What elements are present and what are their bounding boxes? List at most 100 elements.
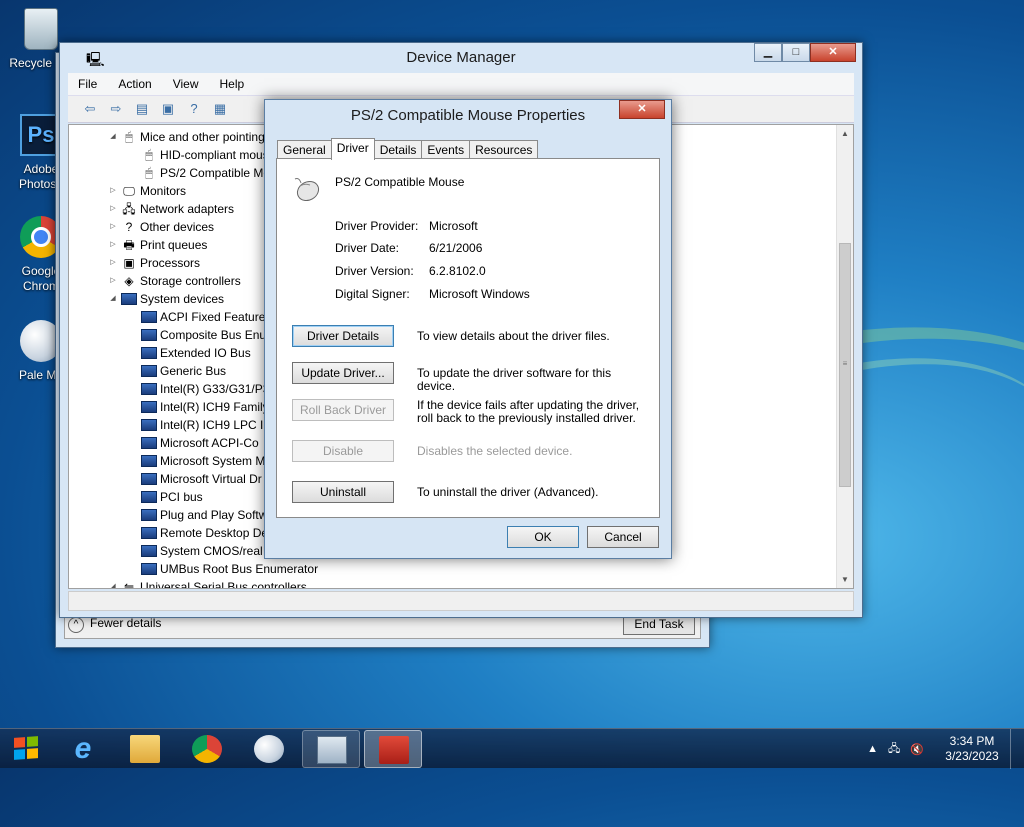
system-device-icon (141, 473, 157, 485)
collapse-arrow-icon[interactable]: ◢ (107, 128, 119, 146)
update-driver-button[interactable]: Update Driver... (292, 362, 394, 384)
show-hide-tree-icon[interactable]: ▤ (132, 100, 152, 118)
tab-driver[interactable]: Driver (330, 138, 375, 160)
taskbar-file-explorer[interactable] (116, 730, 174, 768)
expand-arrow-icon[interactable]: ▷ (107, 236, 119, 254)
fewer-details-link[interactable]: ^ Fewer details (68, 616, 161, 633)
minimize-button[interactable]: ▁ (754, 43, 782, 62)
scroll-down-arrow-icon[interactable]: ▼ (837, 571, 853, 588)
tree-item-label: Intel(R) ICH9 LPC In (160, 418, 271, 432)
menu-file[interactable]: File (68, 77, 108, 91)
uninstall-button[interactable]: Uninstall (292, 481, 394, 503)
tree-item[interactable]: ▷ ◈ Storage controllers (107, 272, 240, 290)
device-manager-titlebar[interactable]: 🖳 Device Manager ▁ □ ✕ (60, 43, 862, 71)
tree-item[interactable]: ▷ 🖧 Network adapters (107, 200, 234, 218)
network-icon: 🖧 (122, 202, 136, 216)
tree-item[interactable]: Intel(R) ICH9 Family (127, 398, 269, 416)
tree-item[interactable]: ◢ ⇋ Universal Serial Bus controllers (107, 578, 307, 589)
tree-item-label: Network adapters (140, 202, 235, 216)
close-button[interactable]: ✕ (810, 43, 856, 62)
system-device-icon (141, 509, 157, 521)
help-icon[interactable]: ? (184, 100, 204, 118)
tree-item[interactable]: ▷? Other devices (107, 218, 214, 236)
tree-item-label: HID-compliant mouse (160, 148, 276, 162)
dialog-titlebar[interactable]: PS/2 Compatible Mouse Properties ✕ (265, 100, 671, 128)
menu-view[interactable]: View (163, 77, 210, 91)
tree-item[interactable]: ◢ System devices (107, 290, 224, 308)
disable-button[interactable]: Disable (292, 440, 394, 462)
clock-date: 3/23/2023 (945, 749, 999, 763)
tree-item[interactable]: Remote Desktop De (127, 524, 268, 542)
taskbar-task-manager[interactable] (302, 730, 360, 768)
action-pane-icon[interactable]: ▦ (210, 100, 230, 118)
tree-item[interactable]: Generic Bus (127, 362, 226, 380)
expand-arrow-icon[interactable]: ▷ (107, 218, 119, 236)
show-hidden-icons-icon[interactable]: ▲ (867, 743, 878, 755)
mouse-icon: 🖱 (145, 147, 153, 162)
tab-resources[interactable]: Resources (469, 140, 539, 160)
driver-details-button[interactable]: Driver Details (292, 325, 394, 347)
vertical-scrollbar[interactable]: ▲ ≡ ▼ (836, 125, 853, 588)
scrollbar-thumb[interactable]: ≡ (839, 243, 851, 487)
tree-item-label: Intel(R) ICH9 Family (160, 400, 269, 414)
tree-item-label: Universal Serial Bus controllers (140, 580, 307, 589)
driver-version-row: Driver Version: 6.2.8102.0 (335, 264, 486, 278)
taskbar-device-manager[interactable] (364, 730, 422, 768)
tree-item[interactable]: Intel(R) G33/G31/P35 (127, 380, 276, 398)
show-desktop-button[interactable] (1010, 729, 1024, 769)
printer-icon: 🖶 (123, 238, 135, 252)
tab-events[interactable]: Events (421, 140, 471, 160)
tree-item[interactable]: Microsoft ACPI-Co (127, 434, 259, 452)
tree-item[interactable]: ▷ 🖶 Print queues (107, 236, 207, 254)
expand-arrow-icon[interactable]: ▷ (107, 272, 119, 290)
volume-muted-icon[interactable]: 🔇 (910, 743, 924, 756)
menu-help[interactable]: Help (210, 77, 256, 91)
properties-icon[interactable]: ▣ (158, 100, 178, 118)
expand-arrow-icon[interactable]: ▷ (107, 254, 119, 272)
menu-bar: File Action View Help (68, 73, 854, 95)
tree-item[interactable]: PCI bus (127, 488, 203, 506)
collapse-arrow-icon[interactable]: ◢ (107, 578, 119, 588)
field-value: 6.2.8102.0 (429, 264, 486, 278)
taskbar-pale-moon[interactable] (240, 730, 298, 768)
tree-item[interactable]: Microsoft System M (127, 452, 265, 470)
tree-item[interactable]: Microsoft Virtual Dr (127, 470, 262, 488)
clock[interactable]: 3:34 PM 3/23/2023 (934, 734, 1010, 764)
tree-item[interactable]: ▷ ▣ Processors (107, 254, 200, 272)
tree-item-label: UMBus Root Bus Enumerator (160, 562, 319, 576)
collapse-arrow-icon[interactable]: ◢ (107, 290, 119, 308)
dialog-close-button[interactable]: ✕ (619, 100, 665, 119)
maximize-button[interactable]: □ (782, 43, 810, 62)
tab-general[interactable]: General (277, 140, 332, 160)
tree-item[interactable]: Intel(R) ICH9 LPC In (127, 416, 270, 434)
system-device-icon (141, 383, 157, 395)
taskbar-chrome[interactable] (178, 730, 236, 768)
tree-item[interactable]: Plug and Play Softw (127, 506, 267, 524)
tree-item[interactable]: UMBus Root Bus Enumerator (127, 560, 318, 578)
network-icon[interactable]: 🖧 (888, 740, 900, 759)
tree-item-label: Microsoft System M (160, 454, 266, 468)
expand-arrow-icon[interactable]: ▷ (107, 182, 119, 200)
menu-action[interactable]: Action (108, 77, 162, 91)
back-arrow-icon[interactable]: ⇦ (80, 100, 100, 118)
start-button[interactable] (0, 729, 54, 769)
recycle-bin-icon (24, 8, 58, 50)
ok-button[interactable]: OK (507, 526, 579, 548)
cancel-button[interactable]: Cancel (587, 526, 659, 548)
mouse-icon: 🖱 (125, 129, 133, 144)
driver-details-description: To view details about the driver files. (417, 329, 610, 343)
tree-item[interactable]: System CMOS/real (127, 542, 263, 560)
scroll-up-arrow-icon[interactable]: ▲ (837, 125, 853, 142)
tab-details[interactable]: Details (373, 140, 423, 160)
tree-item-label: Monitors (140, 184, 187, 198)
forward-arrow-icon[interactable]: ⇨ (106, 100, 126, 118)
system-device-icon (141, 545, 157, 557)
roll-back-driver-button[interactable]: Roll Back Driver (292, 399, 394, 421)
field-key: Driver Version: (335, 264, 414, 278)
taskbar-internet-explorer[interactable]: e (54, 730, 112, 768)
tree-item[interactable]: ▷ 🖵 Monitors (107, 182, 186, 200)
tree-item[interactable]: Extended IO Bus (127, 344, 251, 362)
tree-item[interactable]: 🖱 HID-compliant mouse (127, 146, 275, 164)
expand-arrow-icon[interactable]: ▷ (107, 200, 119, 218)
tree-item-label: System CMOS/real (160, 544, 263, 558)
